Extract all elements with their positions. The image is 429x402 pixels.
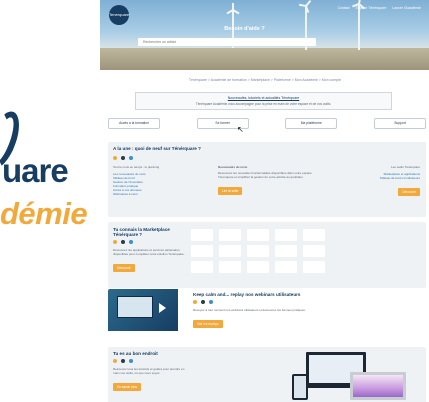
dot-icon[interactable] (129, 156, 133, 160)
partner-logo[interactable] (247, 229, 269, 241)
partner-logo[interactable] (191, 261, 213, 273)
news-mid-column: Nouveautés du mois Découvrez les nouvell… (218, 165, 318, 197)
marketplace-button[interactable]: Découvrir (113, 264, 135, 272)
hero-logo[interactable]: Tenerquare (109, 5, 129, 25)
notice-box: Nouveautés, tutoriels et actualités Téné… (135, 92, 392, 110)
dot-icon[interactable] (193, 300, 197, 304)
webinar-title: Keep calm and... replay nos webinars uti… (193, 292, 301, 297)
marketplace-text-block: Tu connais la Marketplace Ténérquare ? D… (113, 227, 185, 274)
news-card-title: A la une : quoi de neuf sur Ténérquare ? (113, 146, 201, 151)
news-left-column: Tout le mois en temps : le planning Les … (113, 165, 195, 196)
nav-link-contact[interactable]: Contact (338, 6, 350, 10)
nav-link-espace[interactable]: Espace Ténérquare (356, 6, 387, 10)
notice-link[interactable]: Nouveautés, tutoriels et actualités Téné… (136, 96, 391, 100)
partner-logo[interactable] (219, 261, 241, 273)
logo-word-1: uare (2, 152, 69, 189)
dot-indicators (113, 156, 133, 160)
plateforme-button[interactable]: Ma plateforme (285, 118, 338, 129)
nav-link-academie[interactable]: Lancer l'Académie (392, 6, 421, 10)
partner-logo[interactable] (303, 245, 325, 257)
partner-logo[interactable] (275, 261, 297, 273)
dot-icon[interactable] (129, 240, 133, 244)
logo-arc-icon (0, 107, 26, 173)
news-right-link[interactable]: Tableau de bord et indicateurs (348, 176, 420, 180)
dot-indicators (193, 300, 423, 304)
tools-text: Retrouvez tous les tutoriels et guides p… (113, 367, 185, 375)
discover-button[interactable]: Découvrir (398, 188, 420, 196)
mouse-cursor-icon: ↖ (237, 125, 244, 134)
partner-logo[interactable] (247, 261, 269, 273)
logo-word-2: démie (0, 196, 88, 231)
play-icon[interactable] (159, 303, 166, 313)
dot-icon[interactable] (113, 240, 117, 244)
news-right-column: Les outils Ténérquare Marketplace et app… (348, 165, 420, 198)
tools-card: Tu es au bon endroit Retrouvez tous les … (108, 347, 426, 402)
dot-icon[interactable] (113, 156, 117, 160)
partner-logo[interactable] (219, 229, 241, 241)
dot-icon[interactable] (201, 300, 205, 304)
dot-icon[interactable] (121, 240, 125, 244)
read-more-button[interactable]: Lire la suite (218, 187, 243, 195)
dot-icon[interactable] (121, 359, 125, 363)
partner-logo[interactable] (275, 229, 297, 241)
partner-logo[interactable] (191, 229, 213, 241)
marketplace-card: Tu connais la Marketplace Ténérquare ? D… (108, 222, 426, 288)
marketplace-text: Découvrez les applications et services p… (113, 248, 185, 256)
news-left-title: Tout le mois en temps : le planning (113, 165, 160, 169)
marketplace-title: Tu connais la Marketplace Ténérquare ? (113, 227, 170, 237)
devices-illustration (292, 352, 416, 402)
hero-nav: Contact Espace Ténérquare Lancer l'Acadé… (338, 6, 421, 10)
webinar-text-block: Keep calm and... replay nos webinars uti… (193, 292, 423, 330)
main-content: Ténérquare > Académie de formation > Mar… (100, 70, 429, 402)
quick-buttons: Accès à la formation Se former Ma platef… (108, 118, 426, 129)
tools-button[interactable]: En savoir plus (113, 383, 142, 391)
partner-logo[interactable] (219, 245, 241, 257)
tools-text-block: Tu es au bon endroit Retrouvez tous les … (113, 351, 191, 393)
partner-logo[interactable] (191, 245, 213, 257)
webinar-video[interactable] (108, 289, 178, 331)
news-mid-title: Nouveautés du mois (218, 165, 248, 169)
dot-indicators (113, 359, 191, 363)
video-screen (117, 296, 153, 318)
partner-logo[interactable] (247, 245, 269, 257)
hero-title: Besoin d'aide ? (224, 26, 265, 32)
partner-logo[interactable] (303, 229, 325, 241)
formation-button[interactable]: Accès à la formation (108, 118, 160, 129)
tablet-icon (292, 374, 308, 400)
dot-icon[interactable] (209, 300, 213, 304)
partner-logo-grid (191, 229, 331, 273)
webinar-text: Revoyez à tout moment nos webinars utili… (193, 308, 306, 312)
partner-logo[interactable] (275, 245, 297, 257)
news-left-links: Les nouveautés du mois Tableau de bord G… (113, 172, 195, 196)
news-link[interactable]: Webinaires à venir (113, 192, 195, 196)
replay-button[interactable]: Voir les replays (193, 320, 223, 328)
tools-title: Tu es au bon endroit (113, 351, 158, 356)
partner-logo[interactable] (303, 261, 325, 273)
dot-indicators (113, 240, 185, 244)
news-card: A la une : quoi de neuf sur Ténérquare ?… (108, 142, 426, 217)
dot-icon[interactable] (129, 359, 133, 363)
search-input[interactable] (138, 38, 316, 46)
hero-landscape (100, 48, 429, 70)
laptop-icon (350, 372, 406, 400)
dot-icon[interactable] (121, 156, 125, 160)
notice-text: Ténérquare Académie vous accompagne pour… (195, 102, 332, 106)
webinar-card: Keep calm and... replay nos webinars uti… (108, 289, 426, 345)
breadcrumb[interactable]: Ténérquare > Académie de formation > Mar… (120, 78, 410, 82)
news-mid-text: Découvrez les nouvelles fonctionnalités … (218, 171, 312, 179)
news-right-title: Les outils Ténérquare (391, 165, 420, 169)
dot-icon[interactable] (113, 359, 117, 363)
hero-banner: Tenerquare Contact Espace Ténérquare Lan… (100, 0, 429, 70)
support-button[interactable]: Support (373, 118, 426, 129)
